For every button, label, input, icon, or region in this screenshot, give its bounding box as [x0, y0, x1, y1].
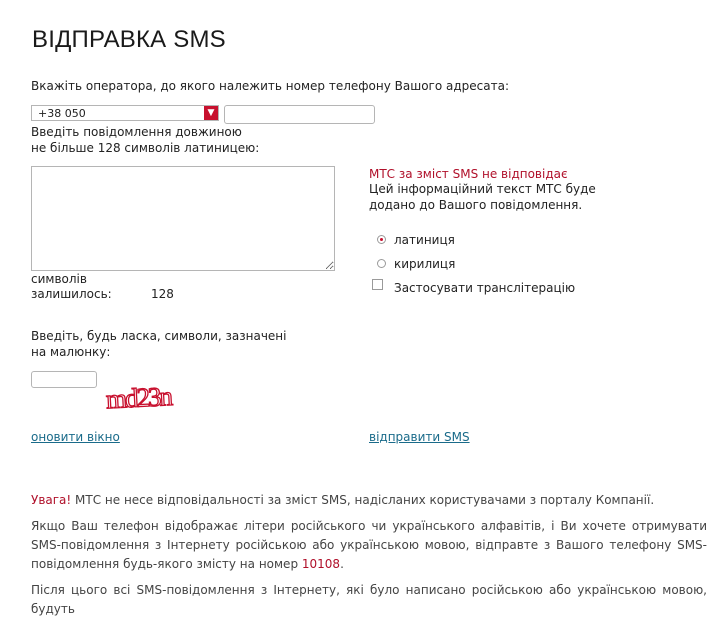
info-paragraph-text: Якщо Ваш телефон відображає літери росій… — [31, 519, 707, 571]
transliteration-label[interactable]: Застосувати транслітерацію — [394, 280, 575, 296]
chevron-down-icon[interactable]: ▼ — [204, 106, 218, 120]
captcha-text: md23n — [105, 382, 174, 414]
radio-cyrillic-label[interactable]: кирилиця — [394, 256, 455, 272]
captcha-input[interactable] — [31, 371, 97, 388]
send-sms-link[interactable]: відправити SMS — [369, 430, 470, 444]
radio-cyrillic-indicator[interactable] — [377, 259, 386, 268]
radio-latin-indicator[interactable] — [377, 235, 386, 244]
remaining-label-line2: залишилось: — [31, 287, 112, 301]
mts-notice-line2: додано до Вашого повідомлення. — [369, 198, 583, 212]
radio-cyrillic[interactable] — [377, 257, 386, 271]
remaining-label-line1: символів — [31, 272, 87, 286]
remaining-count: 128 — [151, 287, 174, 301]
operator-select[interactable]: +38 050 ▼ — [31, 105, 219, 121]
transliteration-checkbox[interactable] — [372, 279, 383, 293]
after-paragraph: Після цього всі SMS-повідомлення з Інтер… — [31, 583, 707, 616]
captcha-prompt-line2: на малюнку: — [31, 345, 111, 359]
message-prompt-line1: Введіть повідомлення довжиною — [31, 125, 242, 139]
phone-number-input[interactable] — [224, 105, 375, 124]
radio-latin[interactable] — [377, 233, 386, 247]
warning-paragraph: Увага! МТС не несе відповідальності за з… — [31, 491, 707, 510]
refresh-link[interactable]: оновити вікно — [31, 430, 120, 444]
message-prompt-line2: не більше 128 символів латиницею: — [31, 141, 260, 155]
operator-prompt: Вкажіть оператора, до якого належить ном… — [31, 79, 509, 93]
sms-number: 10108 — [301, 557, 341, 571]
mts-notice-title: МТС за зміст SMS не відповідає — [369, 167, 568, 181]
info-paragraph-end: . — [340, 557, 344, 571]
info-paragraph: Якщо Ваш телефон відображає літери росій… — [31, 517, 707, 574]
captcha-image: md23n — [105, 382, 175, 414]
operator-select-value: +38 050 — [38, 107, 86, 120]
radio-latin-label[interactable]: латиниця — [394, 232, 455, 248]
page-title: ВІДПРАВКА SMS — [32, 26, 226, 53]
warning-text: МТС не несе відповідальності за зміст SM… — [71, 493, 655, 507]
message-textarea[interactable] — [31, 166, 335, 271]
transliteration-checkbox-box[interactable] — [372, 279, 383, 290]
warning-word: Увага! — [31, 493, 72, 507]
mts-notice-line1: Цей інформаційний текст МТС буде — [369, 182, 596, 196]
captcha-prompt-line1: Введіть, будь ласка, символи, зазначені — [31, 329, 287, 343]
